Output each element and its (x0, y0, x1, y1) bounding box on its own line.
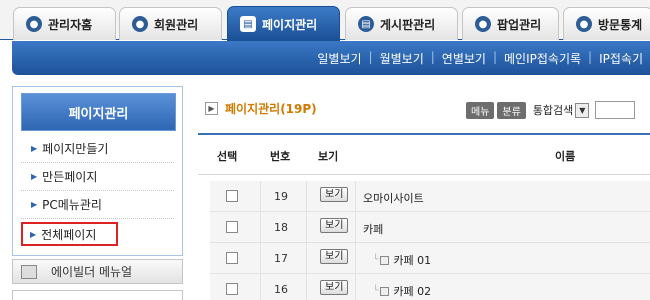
row-name-text: 카페 01 (393, 254, 432, 267)
manual-button[interactable]: 에이빌더 메뉴얼 (12, 259, 183, 284)
person-icon: ● (26, 16, 42, 32)
sub-nav-bar: 일별보기 | 월별보기 | 연별보기 | 메인IP접속기록 | IP접속기 (12, 41, 650, 75)
subnav-daily[interactable]: 일별보기 (310, 50, 368, 67)
page-title-row: ▶ 페이지관리(19P) (205, 100, 317, 117)
header-view: 보기 (318, 150, 339, 163)
bullet-icon: ▶ (31, 144, 38, 153)
row-checkbox[interactable] (226, 190, 238, 202)
divider (260, 212, 261, 243)
sidebar-item-pc-menu[interactable]: ▶ PC메뉴관리 (21, 191, 174, 219)
stats-icon: ● (576, 16, 592, 32)
sidebar-title: 페이지관리 (21, 93, 176, 131)
board-icon: ▤ (358, 16, 374, 32)
search-type-select[interactable]: 통합검색 (533, 102, 573, 118)
divider (355, 274, 356, 300)
sidebar-item-label: 페이지만들기 (42, 142, 109, 156)
sidebar-item-create-page[interactable]: ▶ 페이지만들기 (21, 135, 174, 163)
row-number: 19 (274, 190, 288, 203)
subnav-ip-access[interactable]: IP접속기 (592, 50, 650, 67)
row-number: 17 (274, 252, 288, 265)
view-button[interactable]: 보기 (320, 280, 349, 295)
sidebar-item-label: PC메뉴관리 (42, 198, 102, 212)
divider (260, 181, 261, 212)
tab-label: 회원관리 (154, 17, 199, 32)
divider (260, 274, 261, 300)
table-row: 19 보기 오마이사이트 (210, 181, 650, 212)
top-tab-bar: ● 관리자홈 ● 회원관리 ▤ 페이지관리 ▤ 게시판관리 ● 팝업관리 ● 방… (0, 0, 650, 41)
sidebar: 페이지관리 ▶ 페이지만들기 ▶ 만든페이지 ▶ PC메뉴관리 ▶ 전체페이지 (12, 86, 183, 256)
row-number: 18 (274, 221, 288, 234)
row-checkbox[interactable] (226, 252, 238, 264)
tab-label: 페이지관리 (262, 17, 318, 32)
tab-board-management[interactable]: ▤ 게시판관리 (345, 7, 458, 40)
search-input[interactable] (595, 101, 636, 119)
view-button[interactable]: 보기 (320, 218, 349, 233)
divider (306, 212, 307, 243)
tab-members[interactable]: ● 회원관리 (119, 7, 222, 40)
manual-label: 에이빌더 메뉴얼 (51, 265, 133, 279)
subnav-main-ip-log[interactable]: 메인IP접속기록 (497, 50, 588, 67)
view-button[interactable]: 보기 (320, 249, 349, 264)
chevron-right-icon: ▶ (205, 102, 218, 115)
tab-admin-home[interactable]: ● 관리자홈 (13, 7, 116, 40)
tab-label: 팝업관리 (497, 17, 542, 32)
divider (355, 212, 356, 243)
chevron-down-icon[interactable]: ▼ (575, 102, 590, 118)
row-name-text: 오마이사이트 (363, 192, 424, 205)
header-select: 선택 (217, 150, 238, 163)
row-name[interactable]: └ 카페 01 (373, 252, 431, 268)
sidebar-item-label: 전체페이지 (41, 227, 97, 242)
page-title: 페이지관리(19P) (225, 102, 317, 116)
row-number: 16 (274, 283, 288, 296)
tab-popup-management[interactable]: ● 팝업관리 (462, 7, 559, 40)
sidebar-item-all-pages[interactable]: ▶ 전체페이지 (21, 222, 118, 246)
divider (355, 181, 356, 212)
tab-label: 방문통계 (598, 17, 643, 32)
table-row: 16 보기 └ 카페 02 (210, 274, 650, 300)
header-number: 번호 (270, 150, 291, 163)
bullet-icon: ▶ (30, 229, 37, 239)
page-icon: ▤ (240, 16, 256, 32)
tab-visit-stats[interactable]: ● 방문통계 (563, 7, 650, 40)
row-checkbox[interactable] (226, 283, 238, 295)
sidebar-item-label: 만든페이지 (42, 170, 98, 184)
tree-branch-icon: └ (373, 286, 379, 296)
view-button[interactable]: 보기 (320, 187, 349, 202)
members-icon: ● (132, 16, 148, 32)
bullet-icon: ▶ (31, 200, 38, 209)
category-button[interactable]: 분류 (497, 101, 526, 119)
subnav-yearly[interactable]: 연별보기 (435, 50, 493, 67)
menu-button[interactable]: 메뉴 (466, 101, 495, 119)
divider (306, 274, 307, 300)
subnav-monthly[interactable]: 월별보기 (373, 50, 431, 67)
tab-label: 게시판관리 (380, 17, 436, 32)
divider (355, 243, 356, 274)
row-name[interactable]: └ 카페 02 (373, 283, 431, 299)
toolbar: 메뉴 분류 통합검색 ▼ (466, 101, 636, 119)
tab-page-management[interactable]: ▤ 페이지관리 (227, 6, 340, 41)
page-icon (380, 255, 390, 265)
tab-label: 관리자홈 (48, 17, 93, 32)
divider (306, 181, 307, 212)
row-name-text: 카페 02 (393, 285, 432, 298)
table-row: 18 보기 카페 (210, 212, 650, 243)
divider (306, 243, 307, 274)
header-name: 이름 (555, 150, 576, 163)
table-header: 선택 번호 보기 이름 (198, 135, 650, 175)
manual-icon (21, 264, 37, 279)
popup-icon: ● (475, 16, 491, 32)
divider (260, 243, 261, 274)
table-row: 17 보기 └ 카페 01 (210, 243, 650, 274)
tree-branch-icon: └ (373, 255, 379, 265)
row-name[interactable]: 카페 (363, 221, 383, 237)
sidebar-bottom-box (12, 290, 183, 300)
page-icon (380, 286, 390, 296)
row-name-text: 카페 (363, 223, 384, 236)
row-name[interactable]: 오마이사이트 (363, 190, 424, 206)
sidebar-item-created-pages[interactable]: ▶ 만든페이지 (21, 163, 174, 191)
bullet-icon: ▶ (31, 172, 38, 181)
row-checkbox[interactable] (226, 221, 238, 233)
